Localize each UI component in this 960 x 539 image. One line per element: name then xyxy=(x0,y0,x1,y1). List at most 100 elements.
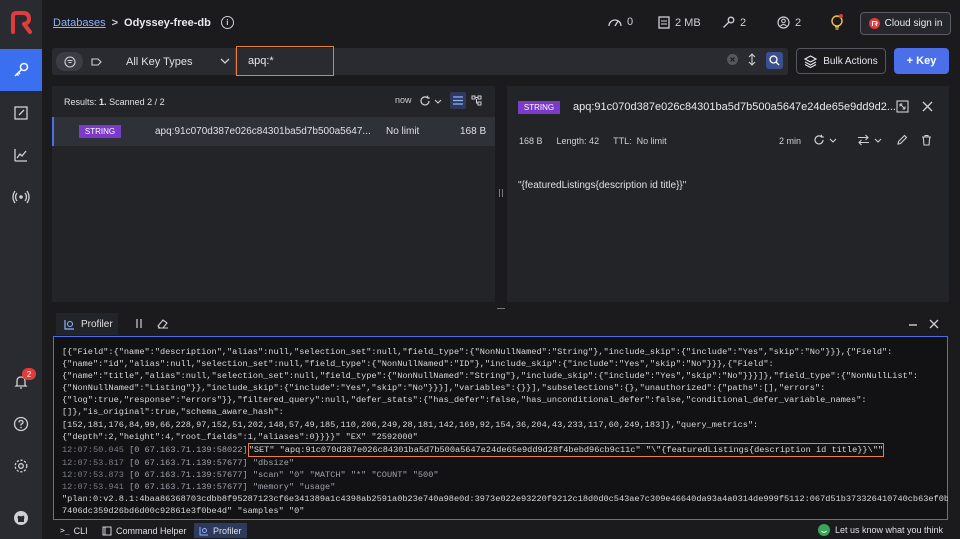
key-details-panel: STRING apq:91c070d387e026c84301ba5d7b500… xyxy=(507,86,949,302)
breadcrumb-databases-link[interactable]: Databases xyxy=(53,17,106,29)
detail-key-length: Length: 42 xyxy=(556,136,600,146)
client-address: [0 67.163.71.139:58022] xyxy=(129,444,248,455)
notifications-count-badge: 2 xyxy=(22,368,36,380)
layers-icon xyxy=(804,54,818,68)
sort-arrows-icon[interactable] xyxy=(747,53,757,66)
highlighted-set-command: "SET" "apq:91c070d387e026c84301ba5d7b500… xyxy=(247,442,885,457)
redis-logo-icon[interactable] xyxy=(9,10,33,36)
key-search-input[interactable]: apq:* xyxy=(236,46,334,76)
delete-key-trash-icon[interactable] xyxy=(921,134,932,146)
key-string-value[interactable]: "{featuredListings{description id title}… xyxy=(518,180,686,191)
profiler-set-line: 12:07:50.045 [0 67.163.71.139:58022]"SET… xyxy=(62,442,947,457)
edit-value-pencil-icon[interactable] xyxy=(896,134,908,146)
settings-gear-icon[interactable] xyxy=(0,445,42,487)
notifications-bell-icon[interactable] xyxy=(0,361,42,403)
search-icon xyxy=(766,52,783,69)
close-details-icon[interactable] xyxy=(922,101,933,112)
analytics-nav-chart-icon[interactable] xyxy=(0,134,42,176)
tree-view-icon xyxy=(91,57,102,66)
clear-profiler-eraser-icon[interactable] xyxy=(157,318,169,329)
list-view-toggle[interactable] xyxy=(56,52,83,71)
add-key-button[interactable]: + Key xyxy=(894,48,949,74)
cli-tab-label: CLI xyxy=(73,525,88,536)
refresh-list-icon[interactable] xyxy=(419,95,431,107)
profiler-line: 12:07:53.873 [0 67.163.71.139:57677] "sc… xyxy=(62,469,947,481)
profiler-tab[interactable]: Profiler xyxy=(56,313,118,335)
tree-columns-view-icon[interactable] xyxy=(471,95,482,106)
help-icon[interactable] xyxy=(0,403,42,445)
key-type-select[interactable]: All Key Types xyxy=(122,48,232,75)
profiler-line: {"name":"title","alias":null,"selection_… xyxy=(62,371,919,382)
bottom-toolbar: >_ CLI Command Helper Profiler Let us kn… xyxy=(52,522,960,539)
book-icon xyxy=(102,526,112,535)
filter-bar: All Key Types xyxy=(52,48,788,75)
refresh-options-chevron-icon[interactable] xyxy=(434,99,442,105)
redis-cloud-icon xyxy=(868,18,880,29)
key-name: apq:91c070d387e026c84301ba5d7b500a5647..… xyxy=(155,126,371,137)
workbench-nav-edit-icon[interactable] xyxy=(0,92,42,134)
close-profiler-icon[interactable] xyxy=(929,319,939,329)
panel-resize-handle[interactable] xyxy=(499,86,503,302)
github-icon[interactable] xyxy=(0,497,42,539)
key-count-icon xyxy=(723,16,735,28)
profiler-resize-handle[interactable] xyxy=(52,306,948,311)
top-bar: Databases > Odyssey-free-db i 0 2 MB 2 2… xyxy=(42,0,960,46)
tree-view-toggle[interactable] xyxy=(83,52,110,71)
clear-search-icon[interactable] xyxy=(726,53,739,66)
minimize-profiler-icon[interactable] xyxy=(908,319,918,329)
timestamp: 12:07:53.817 xyxy=(62,457,124,468)
key-ttl: No limit xyxy=(386,126,420,137)
list-refresh-time: now xyxy=(395,95,412,105)
key-type-value: All Key Types xyxy=(126,55,193,68)
profiler-line: {"NonNullNamed":"Listing"}},"include_ski… xyxy=(62,383,826,394)
command-helper-tab[interactable]: Command Helper xyxy=(97,523,192,538)
key-size: 168 B xyxy=(460,126,487,137)
profiler-tab-label: Profiler xyxy=(81,318,113,330)
profiler-line: 12:07:53.941 [0 67.163.71.139:57677] "me… xyxy=(62,481,947,493)
pubsub-nav-broadcast-icon[interactable] xyxy=(0,176,42,218)
results-label: Results: xyxy=(64,97,97,107)
key-metadata: 168 B Length: 42 TTL: No limit xyxy=(519,136,667,146)
scanned-count: Scanned 2 / 2 xyxy=(109,97,165,107)
fullscreen-icon[interactable] xyxy=(896,100,909,113)
cloud-sign-in-button[interactable]: Cloud sign in xyxy=(860,12,951,35)
format-chevron-icon[interactable] xyxy=(874,138,882,144)
memory-stat: 2 MB xyxy=(658,16,701,29)
cli-tab[interactable]: >_ CLI xyxy=(55,523,93,538)
timestamp: 12:07:53.941 xyxy=(62,482,124,493)
detail-refresh-chevron-icon[interactable] xyxy=(829,138,837,144)
clients-value: 2 xyxy=(795,16,802,29)
clients-stat: 2 xyxy=(777,16,801,29)
detail-key-ttl[interactable]: TTL: No limit xyxy=(613,136,667,146)
pause-profiler-icon[interactable] xyxy=(134,318,144,329)
profiler-line: {"log":true,"response":"errors"}},"filte… xyxy=(62,395,867,406)
view-mode-toggle xyxy=(56,52,110,71)
profiler-line: [{"Field":{"name":"description","alias":… xyxy=(62,347,893,357)
detail-key-name[interactable]: apq:91c070d387e026c84301ba5d7b500a5647e2… xyxy=(573,101,896,113)
timestamp: 12:07:53.873 xyxy=(62,469,124,480)
detail-refresh-icon[interactable] xyxy=(813,134,825,146)
filter-list-icon xyxy=(63,55,76,68)
clients-user-icon xyxy=(777,16,790,29)
breadcrumb: Databases > Odyssey-free-db i xyxy=(53,16,234,29)
search-button[interactable] xyxy=(766,52,783,69)
feedback-link[interactable]: Let us know what you think xyxy=(818,524,943,536)
terminal-icon: >_ xyxy=(60,526,70,535)
insights-lightbulb-icon[interactable] xyxy=(826,12,848,34)
cloud-sign-in-label: Cloud sign in xyxy=(884,18,943,29)
profiler-footer-tab[interactable]: Profiler xyxy=(194,523,247,538)
bulk-actions-label: Bulk Actions xyxy=(823,55,878,67)
detail-refresh-time: 2 min xyxy=(779,136,801,146)
client-address: [0 67.163.71.139:57677] xyxy=(129,469,248,480)
command-text: "scan" "0" "MATCH" "*" "COUNT" "500" xyxy=(252,469,439,480)
browser-nav-key-icon[interactable] xyxy=(0,49,42,91)
results-summary: Results: 1. Scanned 2 / 2 xyxy=(64,97,165,107)
list-columns-view-icon[interactable] xyxy=(450,92,466,109)
key-list-row[interactable]: STRING apq:91c070d387e026c84301ba5d7b500… xyxy=(52,117,495,146)
profiler-line: "plan:0:v2.8.1:4baa86368703cdbb8f9528712… xyxy=(62,494,948,505)
format-switch-icon[interactable] xyxy=(857,134,870,146)
bulk-actions-button[interactable]: Bulk Actions xyxy=(796,48,886,74)
key-list-panel: Results: 1. Scanned 2 / 2 now STRING apq… xyxy=(52,86,495,302)
database-info-icon[interactable]: i xyxy=(220,16,234,29)
profiler-line: {"name":"id","alias":null,"selection_set… xyxy=(62,359,774,370)
